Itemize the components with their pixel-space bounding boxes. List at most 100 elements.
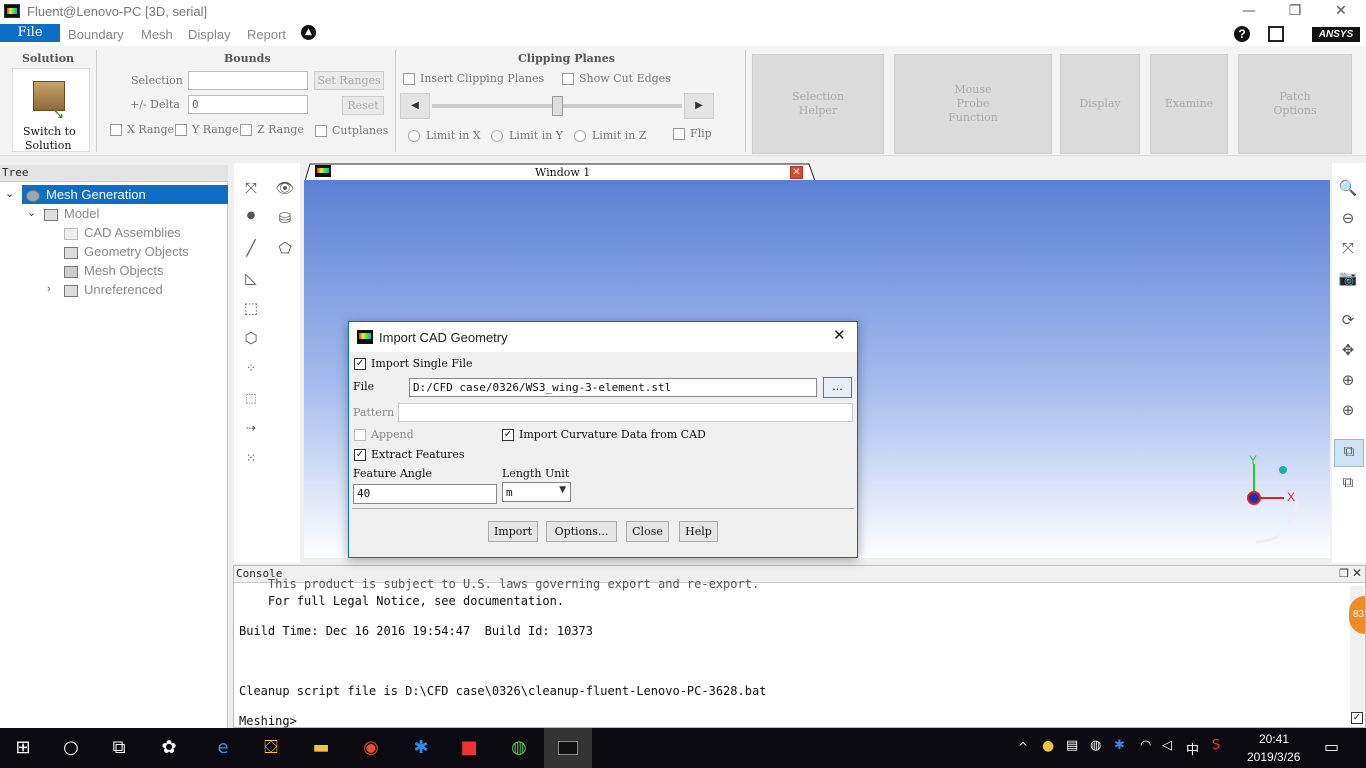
app-blue-icon[interactable]: ✱ bbox=[398, 728, 444, 768]
notifications-icon[interactable]: ▭ bbox=[1324, 737, 1339, 756]
reset-button[interactable]: Reset bbox=[342, 96, 384, 115]
tree-node-mesh-generation[interactable]: ⌄ Mesh Generation bbox=[5, 185, 228, 204]
cutplanes-checkbox[interactable] bbox=[315, 125, 327, 137]
tray-app-icon[interactable]: ● bbox=[1042, 738, 1054, 754]
slider-left-button[interactable]: ◀ bbox=[400, 93, 430, 119]
app-icon[interactable]: ✿ bbox=[146, 728, 192, 768]
import-button[interactable]: Import bbox=[488, 521, 538, 542]
delta-input[interactable]: 0 bbox=[188, 95, 308, 114]
x-range-checkbox[interactable] bbox=[110, 124, 122, 136]
cube-icon[interactable]: ⬡ bbox=[240, 327, 262, 349]
insert-clipping-checkbox[interactable] bbox=[403, 73, 415, 85]
length-unit-select[interactable]: m ▼ bbox=[502, 482, 571, 502]
tree-node-unreferenced[interactable]: › Unreferenced bbox=[47, 280, 228, 299]
wechat-icon[interactable]: ◍ bbox=[496, 728, 542, 768]
file-explorer-icon[interactable]: ▬ bbox=[298, 728, 344, 768]
cylinder-icon[interactable]: ⛁ bbox=[274, 207, 296, 229]
feature-angle-input[interactable]: 40 bbox=[353, 484, 497, 504]
store-icon[interactable]: ⛋ bbox=[248, 728, 294, 768]
chevron-down-icon[interactable]: ⌄ bbox=[27, 204, 36, 223]
zoom-out-icon[interactable]: ⊖ bbox=[1337, 207, 1359, 229]
connect-icon[interactable]: ⇢ bbox=[240, 417, 262, 439]
append-checkbox[interactable] bbox=[354, 429, 366, 441]
limit-x-radio[interactable] bbox=[408, 130, 420, 142]
extract-features-checkbox[interactable]: ✓ bbox=[354, 449, 366, 461]
menu-report[interactable]: Report bbox=[247, 27, 286, 42]
help-button[interactable]: Help bbox=[679, 521, 718, 542]
patch-options-button[interactable]: Patch Options bbox=[1238, 54, 1352, 154]
restore-icon[interactable]: ❐ bbox=[1339, 567, 1349, 580]
selection-helper-button[interactable]: Selection Helper bbox=[752, 54, 884, 154]
search-circle-icon[interactable]: ○ bbox=[48, 728, 94, 768]
point-icon[interactable]: ● bbox=[240, 205, 262, 227]
ime-indicator[interactable]: 中 bbox=[1186, 739, 1199, 758]
clock-date[interactable]: 2019/3/26 bbox=[1247, 750, 1300, 764]
wifi-icon[interactable]: ◠ bbox=[1140, 738, 1151, 753]
examine-button[interactable]: Examine bbox=[1150, 54, 1228, 154]
camera-icon[interactable]: 📷 bbox=[1337, 267, 1359, 289]
tree-node-model[interactable]: ⌄ Model bbox=[27, 204, 228, 223]
eye-icon[interactable]: 👁 bbox=[274, 177, 296, 199]
close-tab-icon[interactable]: ✕ bbox=[790, 166, 803, 179]
chevron-up-icon[interactable]: ▲ bbox=[301, 25, 316, 40]
layout-icon[interactable] bbox=[1268, 26, 1284, 42]
chevron-down-icon[interactable]: ⌄ bbox=[5, 185, 14, 204]
volume-icon[interactable]: ◁ bbox=[1162, 738, 1172, 753]
clock-time[interactable]: 20:41 bbox=[1259, 732, 1289, 746]
cube-view-icon[interactable]: ⧉ bbox=[1337, 471, 1359, 493]
curvature-checkbox[interactable]: ✓ bbox=[502, 429, 514, 441]
display-tool-button[interactable]: Display bbox=[1060, 54, 1140, 154]
pattern-input[interactable] bbox=[398, 403, 853, 422]
sogou-icon[interactable]: S bbox=[1212, 738, 1220, 753]
minimize-button[interactable]: — bbox=[1226, 0, 1272, 24]
z-range-checkbox[interactable] bbox=[240, 124, 252, 136]
pan-icon[interactable]: ✥ bbox=[1337, 339, 1359, 361]
slider-right-button[interactable]: ▶ bbox=[684, 93, 714, 119]
chevron-right-icon[interactable]: › bbox=[47, 280, 51, 299]
menu-mesh[interactable]: Mesh bbox=[141, 27, 173, 42]
chrome-icon[interactable]: ◉ bbox=[348, 728, 394, 768]
chevron-up-tray-icon[interactable]: ^ bbox=[1018, 740, 1028, 754]
windows-start-icon[interactable]: ⊞ bbox=[0, 728, 46, 768]
window-tab[interactable]: Window 1 ✕ bbox=[304, 163, 816, 181]
tray-blue-icon[interactable]: ✱ bbox=[1114, 738, 1125, 753]
mouse-probe-button[interactable]: Mouse Probe Function bbox=[894, 54, 1052, 154]
tray-wechat-icon[interactable]: ◍ bbox=[1090, 738, 1101, 753]
zoom-icon[interactable]: ⊕ bbox=[1337, 369, 1359, 391]
triangle-icon[interactable]: ◺ bbox=[240, 267, 262, 289]
close-button[interactable]: Close bbox=[626, 521, 669, 542]
axes-select-icon[interactable]: ⤧ bbox=[240, 177, 262, 199]
maximize-button[interactable]: ❐ bbox=[1272, 0, 1318, 24]
select-cube-icon[interactable]: ⧉ bbox=[1334, 439, 1364, 467]
menu-file[interactable]: File bbox=[0, 24, 60, 42]
help-icon[interactable]: ? bbox=[1234, 26, 1250, 42]
close-window-button[interactable]: ✕ bbox=[1318, 0, 1364, 24]
y-range-checkbox[interactable] bbox=[175, 124, 187, 136]
limit-y-radio[interactable] bbox=[491, 130, 503, 142]
selection-input[interactable] bbox=[188, 71, 308, 90]
edge-browser-icon[interactable]: e bbox=[200, 728, 246, 768]
polygon-icon[interactable]: ⬠ bbox=[274, 237, 296, 259]
menu-boundary[interactable]: Boundary bbox=[68, 27, 124, 42]
flip-checkbox[interactable] bbox=[673, 128, 685, 140]
tray-device-icon[interactable]: ▤ bbox=[1066, 738, 1078, 753]
zoom-fit-icon[interactable]: 🔍 bbox=[1337, 177, 1359, 199]
line-icon[interactable]: ╱ bbox=[240, 237, 262, 259]
dialog-close-icon[interactable]: ✕ bbox=[833, 326, 846, 344]
axes-icon[interactable]: ⤧ bbox=[1337, 237, 1359, 259]
rotate-icon[interactable]: ⟳ bbox=[1337, 309, 1359, 331]
browse-button[interactable]: ... bbox=[823, 377, 852, 398]
import-single-checkbox[interactable]: ✓ bbox=[354, 358, 366, 370]
close-console-icon[interactable]: ✕ bbox=[1352, 566, 1362, 580]
show-cut-edges-checkbox[interactable] bbox=[562, 73, 574, 85]
task-view-icon[interactable]: ⧉ bbox=[96, 728, 142, 768]
tree-node-geometry-objects[interactable]: Geometry Objects bbox=[64, 242, 228, 261]
face-icon[interactable]: ⬚ bbox=[240, 297, 262, 319]
group-icon[interactable]: ⁙ bbox=[240, 447, 262, 469]
switch-to-solution-button[interactable]: ➘ Switch to Solution bbox=[12, 68, 90, 152]
menu-display[interactable]: Display bbox=[188, 27, 231, 42]
tree-node-mesh-objects[interactable]: Mesh Objects bbox=[64, 261, 228, 280]
fluent-taskbar-icon[interactable] bbox=[544, 728, 592, 768]
zoom-box-icon[interactable]: ⊕ bbox=[1337, 399, 1359, 421]
options-button[interactable]: Options... bbox=[546, 521, 617, 542]
